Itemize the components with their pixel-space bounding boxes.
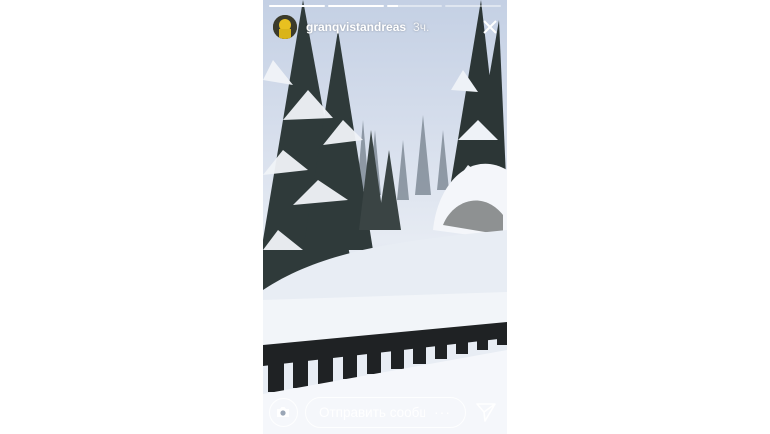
camera-button[interactable] [269, 397, 298, 427]
story-progress-bar [269, 5, 501, 7]
close-icon[interactable] [481, 18, 499, 36]
send-icon [476, 403, 496, 422]
story-photo [263, 0, 507, 434]
story-viewer[interactable]: granqvistandreas 3ч. Отправить сообщение… [263, 0, 507, 434]
progress-segment [327, 5, 384, 7]
more-options-button[interactable]: ··· [434, 404, 451, 420]
reply-bar: Отправить сообщение ··· [269, 396, 497, 428]
progress-segment [445, 5, 501, 7]
avatar[interactable] [273, 15, 297, 39]
story-username[interactable]: granqvistandreas [306, 20, 406, 34]
send-button[interactable] [475, 401, 497, 423]
story-header: granqvistandreas 3ч. [273, 14, 499, 40]
story-time: 3ч. [413, 20, 430, 34]
progress-segment [269, 5, 325, 7]
progress-segment-current [386, 5, 443, 7]
message-placeholder: Отправить сообщение [319, 404, 425, 420]
camera-icon [277, 406, 289, 417]
message-input[interactable]: Отправить сообщение ··· [305, 396, 466, 428]
